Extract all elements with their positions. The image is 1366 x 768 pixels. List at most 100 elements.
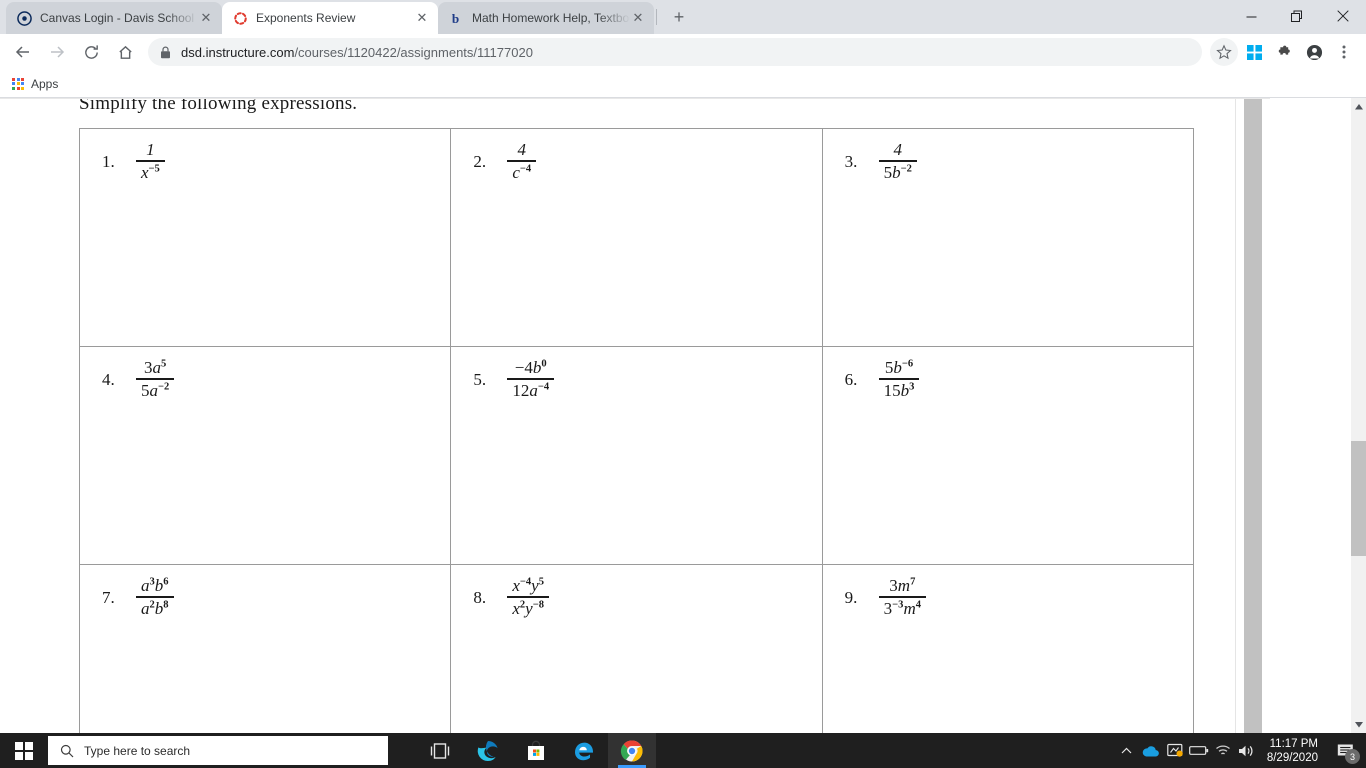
browser-tab-0[interactable]: Canvas Login - Davis School Dist ✕ bbox=[6, 2, 222, 34]
search-icon bbox=[60, 744, 74, 758]
edge-chromium-button[interactable] bbox=[464, 733, 512, 768]
canvas-loading-icon bbox=[232, 10, 248, 26]
document-scrollbar[interactable] bbox=[1235, 99, 1270, 733]
problem-4: 4. 3a5 5a−2 bbox=[80, 357, 450, 401]
browser-window: Canvas Login - Davis School Dist ✕ Expon… bbox=[0, 0, 1366, 733]
fraction-expression: 5b−6 15b3 bbox=[878, 357, 920, 401]
new-tab-button[interactable]: + bbox=[665, 3, 693, 31]
forward-button[interactable] bbox=[42, 37, 72, 67]
extensions-puzzle-icon[interactable] bbox=[1270, 38, 1298, 66]
url-host: dsd.instructure.com bbox=[181, 44, 295, 60]
canvas-icon bbox=[16, 10, 32, 26]
lock-icon bbox=[160, 46, 171, 59]
numerator: −4b0 bbox=[514, 358, 547, 377]
numerator: 3m7 bbox=[889, 576, 916, 595]
back-button[interactable] bbox=[8, 37, 38, 67]
denominator: 3−3m4 bbox=[883, 598, 921, 618]
problem-number: 2. bbox=[473, 152, 487, 171]
bookmark-apps[interactable]: Apps bbox=[12, 77, 58, 91]
edge-chromium-icon bbox=[477, 740, 498, 761]
problem-cell-1: 1. 1 x−5 bbox=[78, 128, 452, 347]
table-row: 4. 3a5 5a−2 5. −4b0 12a−4 6. 5b−6 15b3 bbox=[78, 346, 1195, 565]
browser-tab-1[interactable]: Exponents Review ✕ bbox=[222, 2, 438, 34]
fraction-expression: 4 5b−2 bbox=[878, 139, 917, 183]
document-scrollbar-thumb[interactable] bbox=[1244, 99, 1262, 733]
notification-count-badge: 3 bbox=[1345, 749, 1360, 764]
onedrive-icon[interactable] bbox=[1139, 733, 1163, 768]
edge-legacy-button[interactable] bbox=[560, 733, 608, 768]
problem-cell-4: 4. 3a5 5a−2 bbox=[78, 346, 452, 565]
problem-cell-3: 3. 4 5b−2 bbox=[821, 128, 1195, 347]
start-button[interactable] bbox=[0, 733, 48, 768]
numerator: 5b−6 bbox=[884, 358, 914, 377]
home-button[interactable] bbox=[110, 37, 140, 67]
numerator: 3a5 bbox=[144, 358, 167, 377]
svg-text:b: b bbox=[451, 11, 458, 26]
tab-title: Exponents Review bbox=[256, 11, 356, 25]
problem-cell-9: 9. 3m7 3−3m4 bbox=[821, 564, 1195, 733]
denominator: x−5 bbox=[141, 162, 160, 182]
task-view-icon bbox=[430, 742, 450, 759]
numerator: 1 bbox=[146, 140, 155, 159]
apps-grid-icon bbox=[12, 77, 24, 90]
fraction-expression: x−4y5 x2y−8 bbox=[507, 575, 549, 619]
tab-divider bbox=[656, 9, 657, 25]
denominator: c−4 bbox=[512, 162, 532, 182]
problem-number: 7. bbox=[102, 588, 115, 607]
problems-table: 1. 1 x−5 2. 4 c−4 3. 4 5b−2 4. 3a5 5a−2 … bbox=[78, 128, 1195, 733]
problem-1: 1. 1 x−5 bbox=[80, 139, 450, 183]
search-placeholder-text: Type here to search bbox=[84, 743, 191, 758]
page-viewport: Simplify the following expressions. 1. 1 bbox=[0, 98, 1366, 733]
scroll-up-arrow-icon[interactable] bbox=[1351, 98, 1366, 115]
restore-button[interactable] bbox=[1274, 0, 1320, 32]
worksheet-heading: Simplify the following expressions. bbox=[79, 98, 358, 114]
fraction-expression: a3b6 a2b8 bbox=[136, 575, 174, 619]
tab-close-icon[interactable]: ✕ bbox=[630, 10, 646, 26]
problem-number: 1. bbox=[102, 152, 115, 171]
window-controls bbox=[1228, 0, 1366, 32]
minimize-button[interactable] bbox=[1228, 0, 1274, 32]
scroll-down-arrow-icon[interactable] bbox=[1351, 716, 1366, 733]
battery-icon[interactable] bbox=[1187, 733, 1211, 768]
numerator: x−4y5 bbox=[512, 576, 544, 595]
task-view-button[interactable] bbox=[416, 733, 464, 768]
problem-number: 9. bbox=[844, 588, 858, 607]
close-button[interactable] bbox=[1320, 0, 1366, 32]
problem-2: 2. 4 c−4 bbox=[451, 139, 821, 183]
microsoft-store-button[interactable] bbox=[512, 733, 560, 768]
numerator: 4 bbox=[893, 140, 903, 159]
address-bar[interactable]: dsd.instructure.com/courses/1120422/assi… bbox=[148, 38, 1202, 66]
windows-logo-icon bbox=[15, 741, 33, 760]
page-scrollbar-thumb[interactable] bbox=[1351, 441, 1366, 556]
volume-icon[interactable] bbox=[1235, 733, 1259, 768]
taskbar-clock[interactable]: 11:17 PM 8/29/2020 bbox=[1259, 737, 1328, 765]
problem-cell-5: 5. −4b0 12a−4 bbox=[450, 346, 823, 565]
tab-close-icon[interactable]: ✕ bbox=[198, 10, 214, 26]
problem-6: 6. 5b−6 15b3 bbox=[823, 357, 1193, 401]
bookmark-star-icon[interactable] bbox=[1210, 38, 1238, 66]
profile-avatar-icon[interactable] bbox=[1300, 38, 1328, 66]
problem-number: 4. bbox=[102, 370, 115, 389]
browser-toolbar: dsd.instructure.com/courses/1120422/assi… bbox=[0, 34, 1366, 70]
page-content-area: Simplify the following expressions. 1. 1 bbox=[0, 98, 1366, 733]
windows-extension-icon[interactable] bbox=[1240, 38, 1268, 66]
tab-close-icon[interactable]: ✕ bbox=[414, 10, 430, 26]
notification-center-button[interactable]: 3 bbox=[1328, 733, 1362, 768]
problem-cell-7: 7. a3b6 a2b8 bbox=[78, 564, 452, 733]
reload-button[interactable] bbox=[76, 37, 106, 67]
chrome-menu-icon[interactable] bbox=[1330, 38, 1358, 66]
tab-title: Math Homework Help, Textbook bbox=[472, 11, 630, 25]
wifi-icon[interactable] bbox=[1211, 733, 1235, 768]
problem-8: 8. x−4y5 x2y−8 bbox=[451, 575, 821, 619]
fraction-expression: 3m7 3−3m4 bbox=[878, 575, 926, 619]
page-scrollbar[interactable] bbox=[1350, 98, 1366, 733]
show-hidden-icons-icon[interactable] bbox=[1115, 733, 1139, 768]
taskbar-search-input[interactable]: Type here to search bbox=[48, 736, 388, 765]
denominator: 15b3 bbox=[883, 380, 915, 400]
edge-legacy-icon bbox=[575, 742, 593, 760]
system-tray: 11:17 PM 8/29/2020 3 bbox=[1115, 733, 1366, 768]
chrome-button[interactable] bbox=[608, 733, 656, 768]
snagit-icon[interactable] bbox=[1163, 733, 1187, 768]
browser-tab-2[interactable]: b Math Homework Help, Textbook ✕ bbox=[438, 2, 654, 34]
taskbar-app-buttons bbox=[416, 733, 656, 768]
